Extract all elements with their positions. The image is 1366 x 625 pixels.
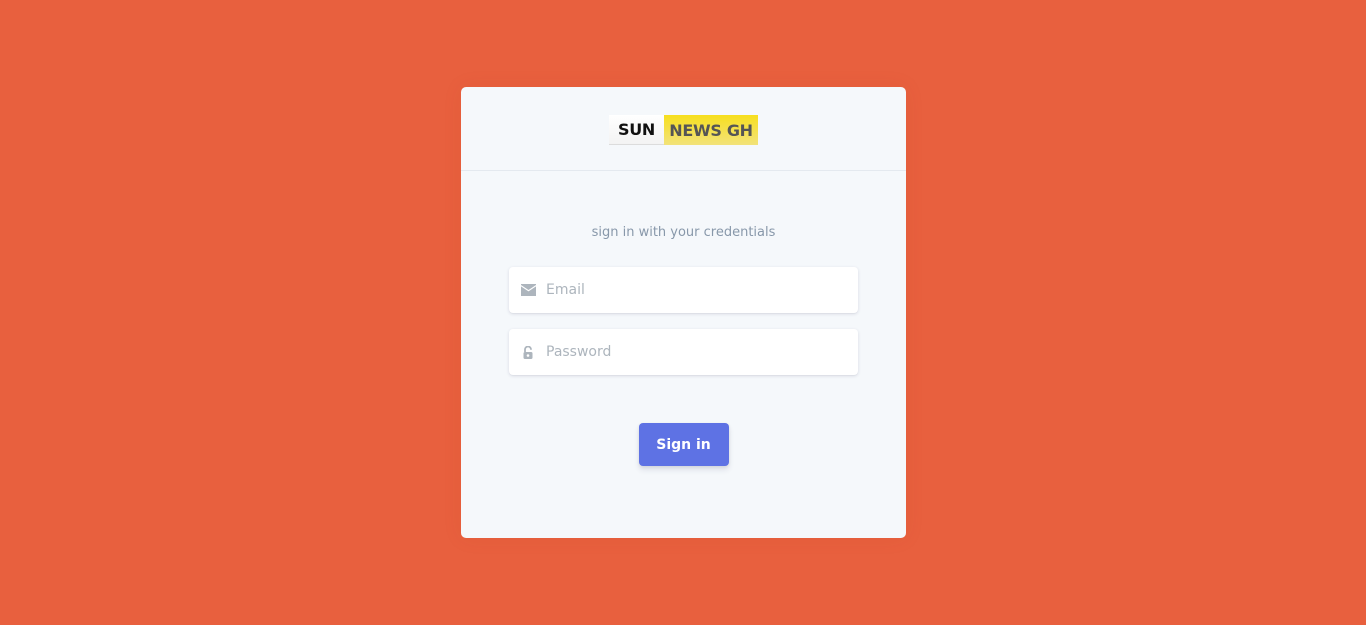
site-logo: SUN NEWS GH xyxy=(609,115,758,145)
password-field-group xyxy=(509,329,858,375)
lock-open-icon xyxy=(520,344,536,360)
password-input[interactable] xyxy=(546,329,836,375)
logo-news-gh-text: NEWS GH xyxy=(664,115,758,145)
card-header: SUN NEWS GH xyxy=(461,87,906,171)
envelope-icon xyxy=(520,282,536,298)
email-input[interactable] xyxy=(546,267,836,313)
email-field-group xyxy=(509,267,858,313)
sign-in-button[interactable]: Sign in xyxy=(638,423,729,466)
submit-wrap: Sign in xyxy=(509,423,858,466)
login-subtitle: sign in with your credentials xyxy=(591,225,776,240)
card-body: sign in with your credentials Email Sign… xyxy=(461,225,906,466)
logo-sun-text: SUN xyxy=(609,115,664,145)
login-form: Sign in xyxy=(509,267,858,466)
login-card: SUN NEWS GH sign in with your credential… xyxy=(461,87,906,538)
